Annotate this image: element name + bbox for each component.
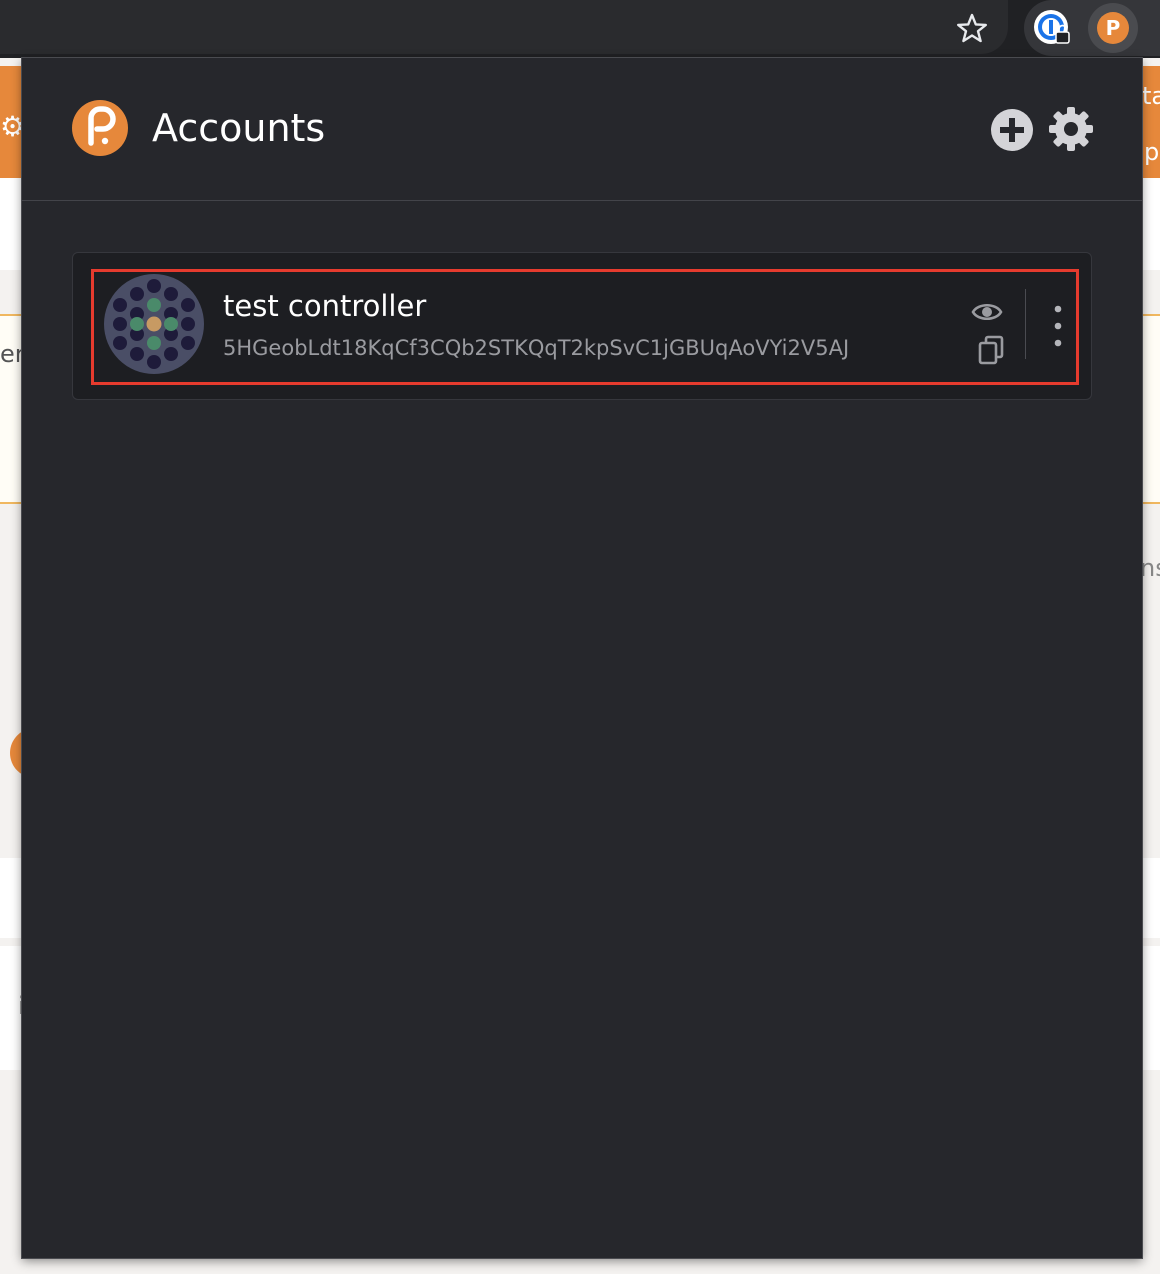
password-manager-icon[interactable] [1032, 8, 1072, 48]
background-text-fragment: ns [1140, 554, 1160, 582]
address-bar[interactable] [0, 0, 1008, 54]
popup-header: Accounts [22, 58, 1142, 201]
highlight-box [91, 269, 1079, 385]
browser-toolbar: P [0, 0, 1160, 58]
copy-icon[interactable] [977, 335, 1005, 365]
background-text-fragment: er [0, 340, 25, 368]
polkadot-js-extension-button[interactable]: P [1088, 3, 1138, 53]
account-name: test controller [223, 289, 427, 323]
eye-icon[interactable] [971, 299, 1003, 325]
star-outline-icon[interactable] [952, 8, 992, 48]
more-options-icon[interactable] [1045, 303, 1071, 353]
divider [1025, 289, 1026, 359]
extension-popup: Accounts test controller 5HGeobLdt18KqCf… [22, 58, 1142, 1258]
account-card[interactable]: test controller 5HGeobLdt18KqCf3CQb2STKQ… [72, 252, 1092, 400]
polkadot-js-extension-icon: P [1097, 12, 1129, 44]
identicon-avatar [104, 274, 204, 374]
add-account-icon[interactable] [990, 108, 1034, 152]
background-text-fragment: ta [1142, 82, 1160, 110]
account-address[interactable]: 5HGeobLdt18KqCf3CQb2STKQqT2kpSvC1jGBUqAo… [223, 335, 849, 361]
background-text-fragment: p [1144, 138, 1160, 166]
gear-icon[interactable] [1048, 106, 1094, 152]
polkadot-logo-icon [72, 100, 128, 156]
page-title: Accounts [152, 106, 326, 150]
